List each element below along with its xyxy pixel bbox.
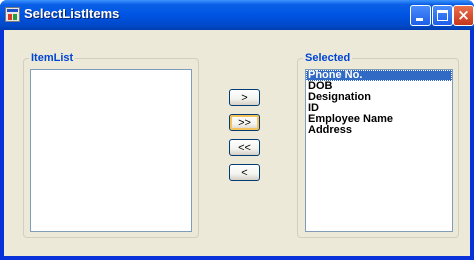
selected-items-list: Phone No. DOB Designation ID Employee Name Ad… xyxy=(306,70,452,136)
move-all-left-button[interactable]: << xyxy=(229,139,260,156)
selected-list-item[interactable]: Designation xyxy=(306,92,452,103)
selected-group-label: Selected xyxy=(303,51,353,65)
close-button[interactable]: × xyxy=(453,5,474,26)
minimize-button[interactable] xyxy=(410,5,431,26)
minimize-icon xyxy=(416,18,423,21)
selected-listbox[interactable]: Phone No. DOB Designation ID Employee Name Ad… xyxy=(305,69,453,232)
itemlist-group-label: ItemList xyxy=(29,51,76,65)
title-bar[interactable]: SelectListItems × xyxy=(0,0,474,30)
itemlist-listbox[interactable] xyxy=(30,69,192,232)
close-icon: × xyxy=(457,6,470,24)
selected-groupbox: Selected Phone No. DOB Designation ID Employ… xyxy=(297,51,459,238)
move-one-right-button[interactable]: > xyxy=(229,89,260,106)
maximize-icon xyxy=(437,10,448,21)
window-title: SelectListItems xyxy=(24,6,120,21)
move-all-right-button[interactable]: >> xyxy=(229,114,260,131)
app-window: SelectListItems × ItemList Selected Phon… xyxy=(0,0,474,260)
form-client-area: ItemList Selected Phone No. DOB Designatio… xyxy=(4,30,470,256)
move-one-left-button[interactable]: < xyxy=(229,164,260,181)
maximize-button[interactable] xyxy=(432,5,453,26)
form-window-icon[interactable] xyxy=(5,7,20,22)
itemlist-groupbox: ItemList xyxy=(23,51,199,238)
selected-list-item[interactable]: Address xyxy=(306,125,452,136)
